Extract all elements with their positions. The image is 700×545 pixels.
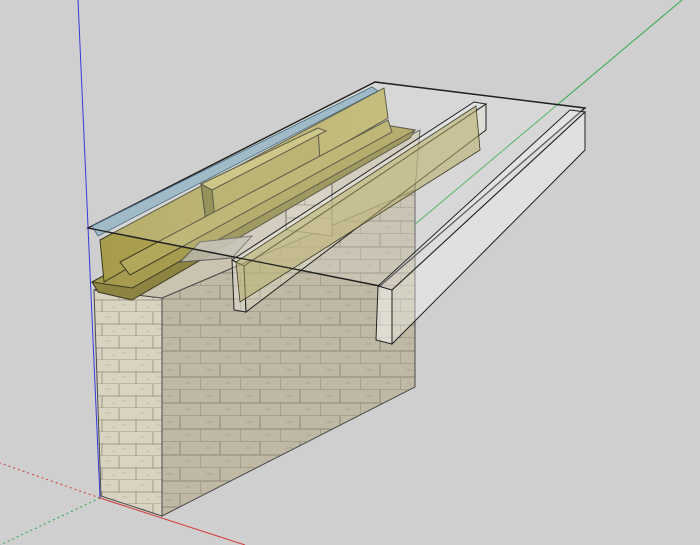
viewport-canvas[interactable] (0, 0, 700, 545)
green-axis-dotted (0, 497, 101, 545)
right-transparent-beam-face[interactable] (375, 285, 393, 345)
blue-axis (77, 0, 101, 499)
red-axis-dotted (0, 462, 101, 499)
model-viewport[interactable] (0, 0, 700, 545)
block-wall-front-face[interactable] (93, 289, 163, 517)
